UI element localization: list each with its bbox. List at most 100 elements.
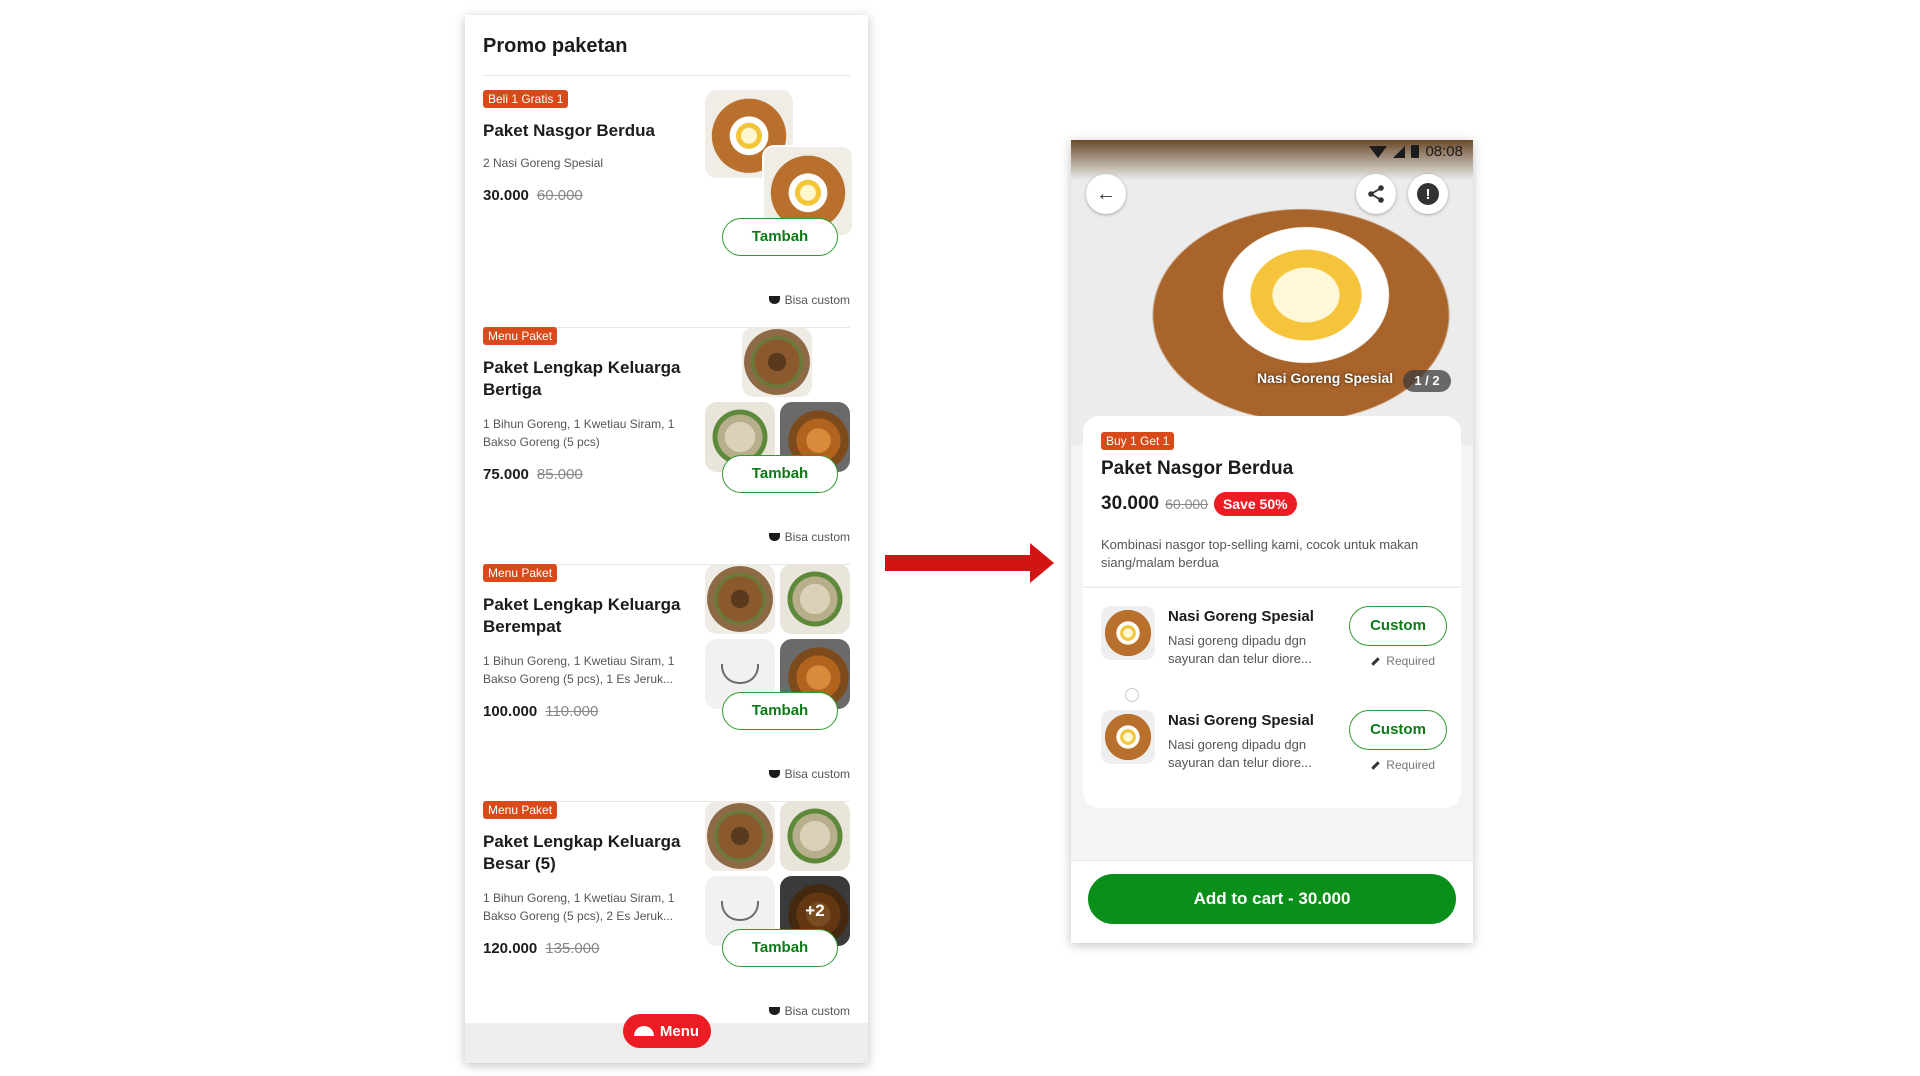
package-title: Paket Nasgor Berdua [1101, 458, 1294, 479]
back-button[interactable]: ← [1086, 174, 1126, 214]
promo-item-keluarga-besar[interactable]: Menu Paket Paket Lengkap Keluarga Besar … [483, 801, 850, 1038]
tambah-button[interactable]: Tambah [722, 455, 838, 493]
promo-badge: Buy 1 Get 1 [1101, 432, 1175, 450]
custom-note: Bisa custom [768, 530, 850, 544]
bowl-icon [721, 664, 759, 684]
cloche-icon [768, 532, 780, 541]
food-image [1101, 606, 1155, 660]
price-row: 100.000 110.000 [483, 703, 598, 720]
price: 120.000 [483, 940, 538, 957]
item-desc: 1 Bihun Goreng, 1 Kwetiau Siram, 1 Bakso… [483, 891, 675, 923]
package-detail-screen: 08:08 ← ! Nasi Goreng Spesial 1 / 2 Buy … [1071, 140, 1473, 943]
package-info-card: Buy 1 Get 1 Paket Nasgor Berdua 30.000 6… [1083, 416, 1461, 586]
cloche-icon [768, 1006, 780, 1015]
price: 30.000 [1101, 493, 1160, 514]
food-image [780, 801, 850, 871]
old-price: 135.000 [545, 940, 600, 957]
price: 30.000 [483, 187, 529, 204]
promo-badge: Beli 1 Gratis 1 [483, 90, 569, 108]
old-price: 60.000 [536, 187, 583, 204]
info-icon: ! [1417, 183, 1439, 205]
tambah-button[interactable]: Tambah [722, 218, 838, 256]
battery-icon [1411, 145, 1420, 158]
required-label: Required [1371, 654, 1435, 668]
food-image [1101, 710, 1155, 764]
custom-note: Bisa custom [768, 1004, 850, 1018]
sub-item-name: Nasi Goreng Spesial [1168, 608, 1314, 625]
price-row: 75.000 85.000 [483, 466, 583, 483]
pencil-icon [1371, 657, 1381, 667]
tambah-button[interactable]: Tambah [722, 692, 838, 730]
transition-arrow [885, 555, 1033, 571]
package-description: Kombinasi nasgor top-selling kami, cocok… [1101, 537, 1419, 570]
back-arrow-icon: ← [1096, 182, 1116, 205]
item-name: Paket Nasgor Berdua [483, 121, 655, 140]
bowl-icon [721, 901, 759, 921]
menu-button[interactable]: Menu [622, 1014, 711, 1048]
old-price: 85.000 [536, 466, 583, 483]
status-time: 08:08 [1425, 143, 1463, 160]
custom-note-label: Bisa custom [784, 767, 850, 781]
promo-list-screen: Promo paketan Beli 1 Gratis 1 Paket Nasg… [465, 15, 868, 1063]
custom-button[interactable]: Custom [1349, 710, 1447, 750]
menu-button-label: Menu [659, 1022, 700, 1040]
pencil-icon [1371, 761, 1381, 771]
promo-badge: Menu Paket [483, 801, 558, 819]
divider [483, 75, 850, 76]
custom-button[interactable]: Custom [1349, 606, 1447, 646]
wifi-icon [1369, 145, 1388, 158]
share-button[interactable] [1356, 174, 1396, 214]
custom-note-label: Bisa custom [784, 1004, 850, 1018]
price-row: 30.000 60.000 [483, 187, 583, 204]
item-name: Paket Lengkap Keluarga Besar (5) [483, 832, 681, 873]
price: 75.000 [483, 466, 529, 483]
share-icon [1368, 185, 1384, 203]
promo-badge: Menu Paket [483, 564, 558, 582]
old-price: 110.000 [545, 703, 599, 720]
custom-note: Bisa custom [768, 767, 850, 781]
package-contents: Nasi Goreng Spesial Nasi goreng dipadu d… [1083, 587, 1461, 808]
price: 100.000 [483, 703, 538, 720]
add-to-cart-button[interactable]: Add to cart - 30.000 [1088, 874, 1456, 924]
section-title: Promo paketan [483, 35, 628, 57]
price-row: 120.000 135.000 [483, 940, 599, 957]
cloche-icon [768, 295, 780, 304]
item-desc: 1 Bihun Goreng, 1 Kwetiau Siram, 1 Bakso… [483, 654, 675, 686]
image-caption: Nasi Goreng Spesial [1257, 370, 1394, 386]
item-name: Paket Lengkap Keluarga Berempat [483, 595, 681, 636]
required-text: Required [1386, 654, 1435, 668]
status-bar: 08:08 [1369, 143, 1463, 160]
item-name: Paket Lengkap Keluarga Bertiga [483, 358, 681, 399]
food-image [705, 564, 775, 634]
sub-item-name: Nasi Goreng Spesial [1168, 712, 1314, 729]
cloche-icon [768, 769, 780, 778]
promo-item-keluarga-berempat[interactable]: Menu Paket Paket Lengkap Keluarga Beremp… [483, 564, 850, 802]
food-image [705, 801, 775, 871]
promo-badge: Menu Paket [483, 327, 558, 345]
custom-note-label: Bisa custom [784, 293, 850, 307]
item-desc: 1 Bihun Goreng, 1 Kwetiau Siram, 1 Bakso… [483, 417, 675, 449]
promo-item-nasgor-berdua[interactable]: Beli 1 Gratis 1 Paket Nasgor Berdua 2 Na… [483, 90, 854, 328]
item-desc: 2 Nasi Goreng Spesial [483, 156, 604, 170]
transition-arrow-head [1030, 543, 1054, 583]
save-badge: Save 50% [1213, 492, 1297, 516]
cloche-icon [633, 1026, 654, 1036]
info-button[interactable]: ! [1408, 174, 1448, 214]
food-image [742, 327, 812, 397]
custom-note: Bisa custom [768, 293, 850, 307]
signal-icon [1393, 145, 1406, 158]
list-item: Nasi Goreng Spesial Nasi goreng dipadu d… [1083, 692, 1461, 796]
custom-note-label: Bisa custom [784, 530, 850, 544]
food-image [780, 564, 850, 634]
tambah-button[interactable]: Tambah [722, 929, 838, 967]
sub-item-desc: Nasi goreng dipadu dgn sayuran dan telur… [1168, 737, 1312, 770]
old-price: 60.000 [1165, 496, 1208, 512]
price-row: 30.000 60.000 Save 50% [1101, 492, 1297, 516]
required-label: Required [1371, 758, 1435, 772]
bottom-bar: Add to cart - 30.000 [1071, 860, 1473, 943]
image-counter: 1 / 2 [1403, 370, 1451, 392]
list-item: Nasi Goreng Spesial Nasi goreng dipadu d… [1083, 588, 1461, 702]
sub-item-desc: Nasi goreng dipadu dgn sayuran dan telur… [1168, 633, 1312, 666]
promo-item-keluarga-bertiga[interactable]: Menu Paket Paket Lengkap Keluarga Bertig… [483, 327, 850, 565]
required-text: Required [1386, 758, 1435, 772]
